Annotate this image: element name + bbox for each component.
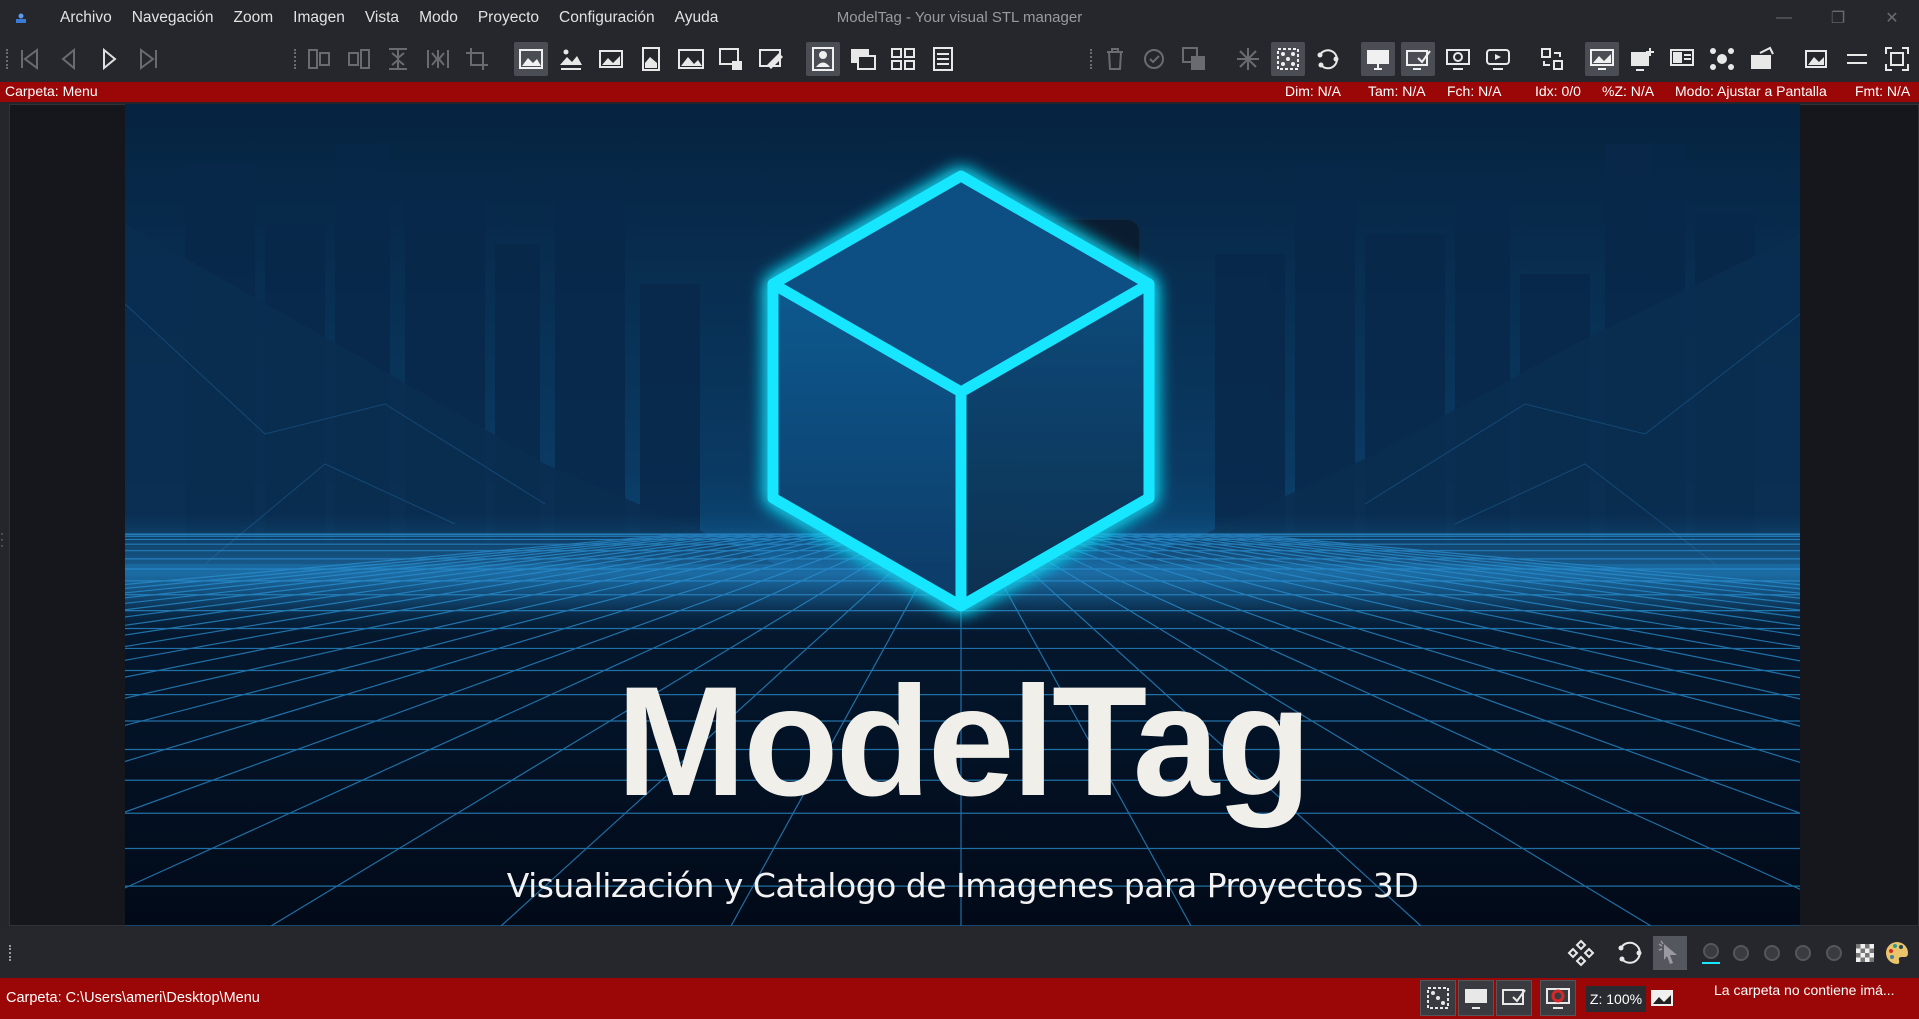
- compare-icon[interactable]: [1665, 42, 1699, 76]
- toolbar-grip[interactable]: [6, 49, 9, 69]
- network-icon[interactable]: [1705, 42, 1739, 76]
- title-bar: Archivo Navegación Zoom Imagen Vista Mod…: [0, 0, 1919, 36]
- toolbar-grip[interactable]: [294, 49, 297, 69]
- move-icon[interactable]: [1177, 42, 1211, 76]
- monitor-play-icon[interactable]: [1481, 42, 1515, 76]
- palette-icon[interactable]: [1880, 936, 1914, 970]
- format-label: Fmt: N/A: [1855, 83, 1911, 99]
- info-bar: Carpeta: Menu Dim: N/A Tam: N/A Fch: N/A…: [0, 82, 1919, 102]
- crop-icon[interactable]: [460, 42, 494, 76]
- image-view-icon[interactable]: [514, 42, 548, 76]
- splash-subtitle: Visualización y Catalogo de Imagenes par…: [506, 866, 1419, 905]
- camera-4-icon[interactable]: [1786, 936, 1820, 970]
- menu-proyecto[interactable]: Proyecto: [468, 0, 549, 36]
- transfer-icon[interactable]: [1535, 42, 1569, 76]
- last-image-icon[interactable]: [131, 42, 165, 76]
- image-portrait-icon[interactable]: [634, 42, 668, 76]
- menu-bar: Archivo Navegación Zoom Imagen Vista Mod…: [50, 0, 728, 36]
- single-view-icon[interactable]: [806, 42, 840, 76]
- menu-zoom[interactable]: Zoom: [224, 0, 284, 36]
- side-panel-grip[interactable]: · · ·: [0, 527, 6, 551]
- close-button[interactable]: ✕: [1865, 0, 1919, 36]
- rotate-view-icon[interactable]: [1311, 42, 1345, 76]
- flip-horizontal-icon[interactable]: [421, 42, 455, 76]
- grid-view-icon[interactable]: [886, 42, 920, 76]
- index-label: Idx: 0/0: [1535, 83, 1581, 99]
- menu-configuracion[interactable]: Configuración: [549, 0, 665, 36]
- camera-2-icon[interactable]: [1724, 936, 1758, 970]
- menu-vista[interactable]: Vista: [355, 0, 409, 36]
- transparency-icon[interactable]: [1848, 936, 1882, 970]
- status-monitor-icon[interactable]: [1458, 980, 1494, 1016]
- main-toolbar: [0, 36, 1919, 82]
- delete-icon[interactable]: [1098, 42, 1132, 76]
- dimensions-label: Dim: N/A: [1285, 83, 1341, 99]
- menu-archivo[interactable]: Archivo: [50, 0, 122, 36]
- status-sync-icon[interactable]: [1540, 980, 1576, 1016]
- image-screen-icon[interactable]: [1585, 42, 1619, 76]
- rotate-right-icon[interactable]: [342, 42, 376, 76]
- status-nodes-icon[interactable]: [1420, 980, 1456, 1016]
- gamepad-icon[interactable]: [1564, 936, 1598, 970]
- menu-imagen[interactable]: Imagen: [283, 0, 355, 36]
- menu-modo[interactable]: Modo: [409, 0, 468, 36]
- camera-5-icon[interactable]: [1817, 936, 1851, 970]
- select-nodes-icon[interactable]: [1271, 42, 1305, 76]
- dual-view-icon[interactable]: [846, 42, 880, 76]
- bottom-toolbar-grip[interactable]: [9, 945, 12, 961]
- monitor-sync-icon[interactable]: [1441, 42, 1475, 76]
- image-settings-icon[interactable]: [1800, 42, 1834, 76]
- effects-icon[interactable]: [1231, 42, 1265, 76]
- size-label: Tam: N/A: [1368, 83, 1426, 99]
- zoom-percent-label: %Z: N/A: [1602, 83, 1655, 99]
- app-icon[interactable]: [14, 11, 28, 25]
- splash-image: ModelTag Visualización y Catalogo de Ima…: [125, 104, 1800, 926]
- toolbar-grip[interactable]: [1090, 49, 1093, 69]
- status-message: La carpeta no contiene imá...: [1714, 982, 1895, 998]
- first-image-icon[interactable]: [13, 42, 47, 76]
- export-icon[interactable]: [1745, 42, 1779, 76]
- window-controls: — ❐ ✕: [1757, 0, 1919, 36]
- monitor-view-icon[interactable]: [1361, 42, 1395, 76]
- pointer-icon[interactable]: [1653, 936, 1687, 970]
- menu-navegacion[interactable]: Navegación: [122, 0, 224, 36]
- minimize-button[interactable]: —: [1757, 0, 1811, 36]
- current-folder-label: Carpeta: Menu: [5, 83, 98, 99]
- bottom-toolbar: [0, 928, 1919, 978]
- fullscreen-icon[interactable]: [1880, 42, 1914, 76]
- status-image-icon[interactable]: [1648, 980, 1676, 1016]
- camera-3-icon[interactable]: [1755, 936, 1789, 970]
- previous-image-icon[interactable]: [52, 42, 86, 76]
- date-label: Fch: N/A: [1447, 83, 1502, 99]
- refresh-icon[interactable]: [1137, 42, 1171, 76]
- rotate-left-icon[interactable]: [302, 42, 336, 76]
- list-view-icon[interactable]: [926, 42, 960, 76]
- status-folder-path: Carpeta: C:\Users\ameri\Desktop\Menu: [6, 990, 260, 1006]
- menu-lines-icon[interactable]: [1840, 42, 1874, 76]
- image-tag-icon[interactable]: [754, 42, 788, 76]
- status-zoom-level: Z: 100%: [1586, 986, 1646, 1012]
- flip-vertical-icon[interactable]: [381, 42, 415, 76]
- menu-ayuda[interactable]: Ayuda: [665, 0, 729, 36]
- image-edit-icon[interactable]: [554, 42, 588, 76]
- image-landscape-icon[interactable]: [674, 42, 708, 76]
- next-image-icon[interactable]: [92, 42, 126, 76]
- add-screen-icon[interactable]: [1625, 42, 1659, 76]
- mode-label: Modo: Ajustar a Pantalla: [1675, 83, 1827, 99]
- status-monitor-check-icon[interactable]: [1496, 980, 1532, 1016]
- rotate-nodes-icon[interactable]: [1612, 936, 1646, 970]
- status-bar: Carpeta: C:\Users\ameri\Desktop\Menu Z: …: [0, 978, 1919, 1019]
- camera-1-icon[interactable]: [1694, 936, 1728, 970]
- image-lock-icon[interactable]: [714, 42, 748, 76]
- image-frame-icon[interactable]: [594, 42, 628, 76]
- splash-brand-name: ModelTag: [616, 655, 1311, 829]
- restore-button[interactable]: ❐: [1811, 0, 1865, 36]
- monitor-check-icon[interactable]: [1401, 42, 1435, 76]
